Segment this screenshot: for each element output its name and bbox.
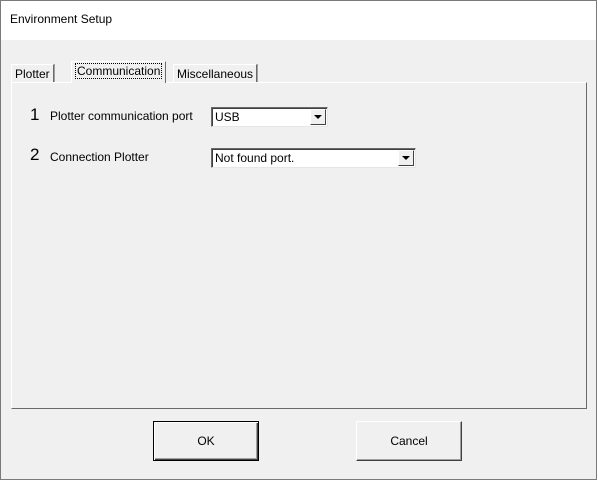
tab-communication[interactable]: Communication [71,61,167,83]
tab-plotter[interactable]: Plotter [11,64,54,82]
tab-plotter-label: Plotter [15,67,50,81]
window-title: Environment Setup [10,12,113,26]
plotter-communication-port-label: Plotter communication port [50,109,193,123]
chevron-down-icon[interactable] [310,109,326,125]
field-number-2: 2 [30,145,40,164]
chevron-down-icon[interactable] [398,150,414,166]
connection-plotter-select[interactable]: Not found port. [211,148,416,168]
environment-setup-dialog: Environment Setup Plotter Communication … [0,0,597,480]
field-number-1: 1 [30,105,40,124]
tab-communication-label: Communication [75,63,163,79]
plotter-communication-port-select[interactable]: USB [211,107,328,127]
cancel-button[interactable]: Cancel [356,421,462,461]
plotter-communication-port-value: USB [215,110,240,124]
tab-miscellaneous-label: Miscellaneous [177,67,254,81]
connection-plotter-label: Connection Plotter [50,150,149,164]
connection-plotter-value: Not found port. [215,151,295,165]
tab-panel-communication: 1 Plotter communication port USB 2 Conne… [11,82,587,409]
title-bar: Environment Setup [1,0,596,40]
ok-button[interactable]: OK [153,421,259,461]
tab-miscellaneous[interactable]: Miscellaneous [173,64,258,82]
